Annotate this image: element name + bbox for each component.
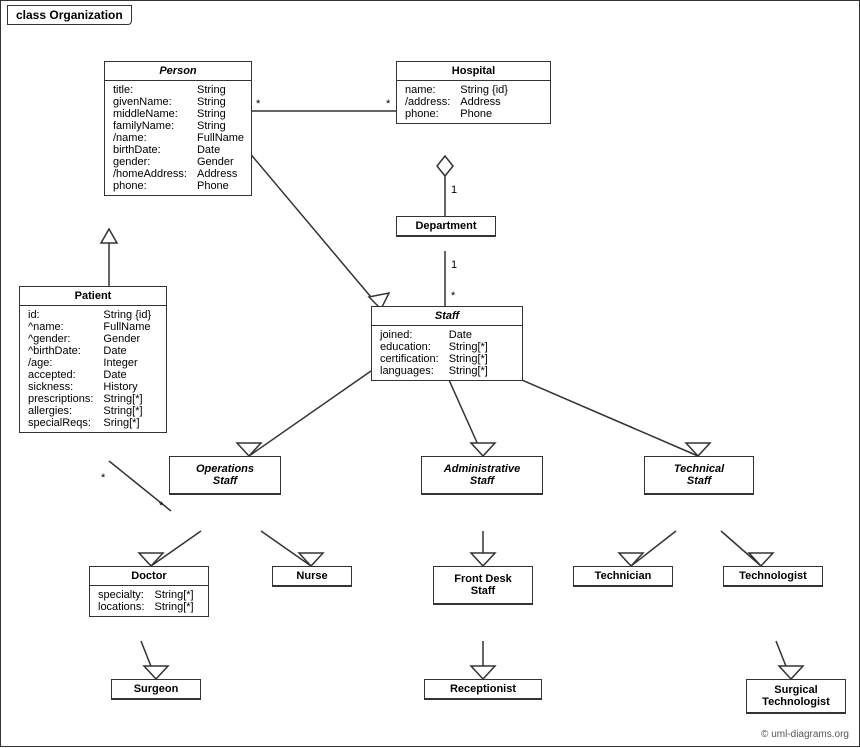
- nurse-title: Nurse: [273, 567, 351, 586]
- svg-text:*: *: [256, 98, 261, 110]
- operations-staff-class: OperationsStaff: [169, 456, 281, 495]
- receptionist-class: Receptionist: [424, 679, 542, 700]
- staff-title: Staff: [372, 307, 522, 326]
- svg-text:*: *: [101, 472, 106, 484]
- doctor-title: Doctor: [90, 567, 208, 586]
- svg-text:*: *: [451, 290, 456, 302]
- front-desk-staff-class: Front DeskStaff: [433, 566, 533, 605]
- technician-class: Technician: [573, 566, 673, 587]
- administrative-staff-title: AdministrativeStaff: [422, 457, 542, 494]
- hospital-attrs: name:String {id} /address:Address phone:…: [397, 81, 550, 123]
- doctor-class: Doctor specialty:String[*] locations:Str…: [89, 566, 209, 617]
- svg-text:*: *: [159, 500, 164, 512]
- svg-text:*: *: [386, 98, 391, 110]
- patient-attrs: id:String {id} ^name:FullName ^gender:Ge…: [20, 306, 166, 432]
- operations-staff-title: OperationsStaff: [170, 457, 280, 494]
- technologist-title: Technologist: [724, 567, 822, 586]
- department-title: Department: [397, 217, 495, 236]
- person-class: Person title:String givenName:String mid…: [104, 61, 252, 196]
- front-desk-staff-title: Front DeskStaff: [434, 567, 532, 604]
- person-title: Person: [105, 62, 251, 81]
- diagram-container: class Organization * * 1 * 1 *: [0, 0, 860, 747]
- surgeon-class: Surgeon: [111, 679, 201, 700]
- technical-staff-title: TechnicalStaff: [645, 457, 753, 494]
- person-attrs: title:String givenName:String middleName…: [105, 81, 251, 195]
- technologist-class: Technologist: [723, 566, 823, 587]
- patient-class: Patient id:String {id} ^name:FullName ^g…: [19, 286, 167, 433]
- nurse-class: Nurse: [272, 566, 352, 587]
- diagram-title: class Organization: [7, 5, 132, 25]
- receptionist-title: Receptionist: [425, 680, 541, 699]
- svg-text:1: 1: [451, 184, 457, 196]
- technical-staff-class: TechnicalStaff: [644, 456, 754, 495]
- hospital-title: Hospital: [397, 62, 550, 81]
- technician-title: Technician: [574, 567, 672, 586]
- svg-text:1: 1: [451, 259, 457, 271]
- surgical-technologist-class: SurgicalTechnologist: [746, 679, 846, 714]
- copyright: © uml-diagrams.org: [761, 729, 849, 740]
- patient-title: Patient: [20, 287, 166, 306]
- doctor-attrs: specialty:String[*] locations:String[*]: [90, 586, 208, 616]
- staff-class: Staff joined:Date education:String[*] ce…: [371, 306, 523, 381]
- department-class: Department: [396, 216, 496, 237]
- administrative-staff-class: AdministrativeStaff: [421, 456, 543, 495]
- surgical-technologist-title: SurgicalTechnologist: [747, 680, 845, 713]
- hospital-class: Hospital name:String {id} /address:Addre…: [396, 61, 551, 124]
- surgeon-title: Surgeon: [112, 680, 200, 699]
- staff-attrs: joined:Date education:String[*] certific…: [372, 326, 522, 380]
